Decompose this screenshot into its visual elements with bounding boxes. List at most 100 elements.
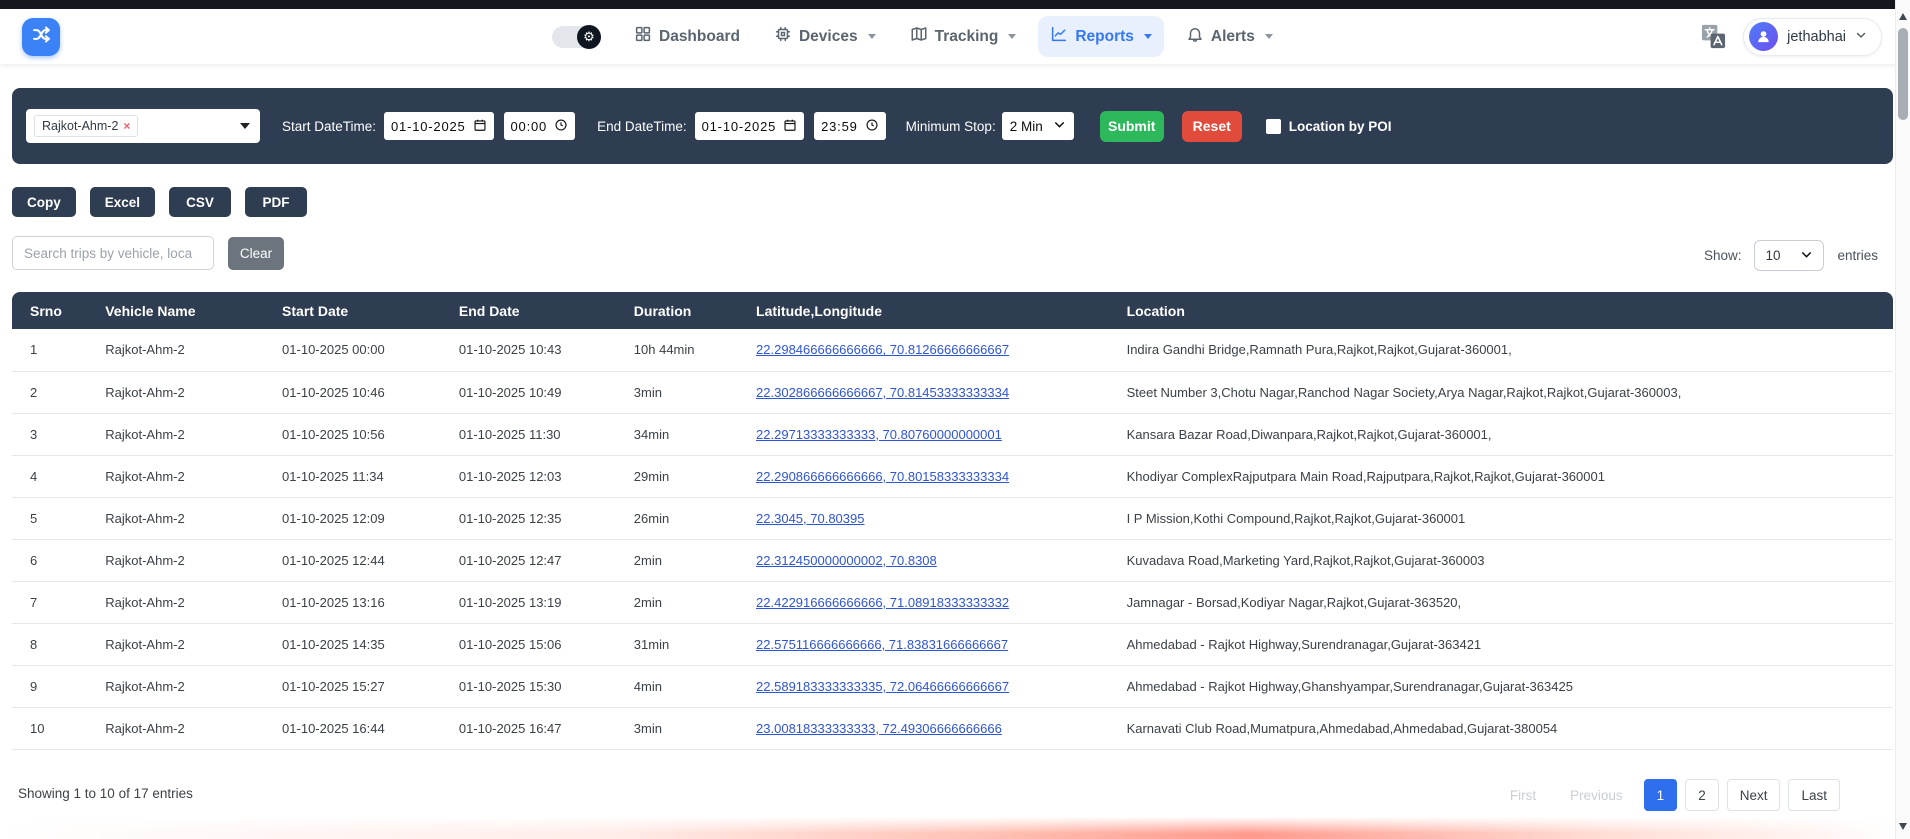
min-stop-label: Minimum Stop:: [906, 119, 996, 134]
cell-end-date: 01-10-2025 12:47: [441, 539, 616, 581]
bottom-gradient-strip: [0, 817, 1895, 839]
cell-srno: 3: [12, 413, 87, 455]
latlong-link[interactable]: 22.589183333333335, 72.06466666666667: [756, 679, 1009, 694]
cell-vehicle-name: Rajkot-Ahm-2: [87, 497, 264, 539]
search-input[interactable]: [12, 236, 214, 270]
cell-start-date: 01-10-2025 12:09: [264, 497, 441, 539]
calendar-icon: [473, 118, 487, 135]
col-header-srno[interactable]: Srno: [12, 292, 87, 329]
latlong-link[interactable]: 22.575116666666666, 71.83831666666667: [756, 637, 1008, 652]
scrollbar-thumb[interactable]: [1898, 28, 1908, 120]
page-next-button[interactable]: Next: [1727, 779, 1781, 811]
cell-end-date: 01-10-2025 12:03: [441, 455, 616, 497]
cell-latlong: 22.589183333333335, 72.06466666666667: [738, 665, 1109, 707]
cell-latlong: 22.298466666666666, 70.81266666666667: [738, 329, 1109, 371]
end-time-input[interactable]: 23:59: [814, 112, 886, 140]
nav-item-tracking[interactable]: Tracking: [898, 16, 1029, 57]
nav-item-dashboard[interactable]: Dashboard: [622, 16, 752, 57]
pdf-button[interactable]: PDF: [245, 187, 307, 217]
vehicle-select[interactable]: Rajkot-Ahm-2 ×: [26, 109, 260, 143]
translate-icon[interactable]: [1700, 23, 1727, 50]
chip-icon: [774, 25, 792, 48]
select-caret-icon: [1053, 118, 1066, 134]
cell-srno: 4: [12, 455, 87, 497]
calendar-icon: [783, 118, 797, 135]
cell-start-date: 01-10-2025 00:00: [264, 329, 441, 371]
scroll-down-arrow-icon[interactable]: [1899, 823, 1907, 830]
remove-tag-icon[interactable]: ×: [123, 119, 130, 133]
cell-srno: 6: [12, 539, 87, 581]
user-menu[interactable]: jethabhai: [1743, 18, 1882, 56]
cell-location: Karnavati Club Road,Mumatpura,Ahmedabad,…: [1109, 707, 1893, 749]
page-1-button[interactable]: 1: [1644, 779, 1678, 811]
excel-button[interactable]: Excel: [90, 187, 155, 217]
cell-latlong: 22.575116666666666, 71.83831666666667: [738, 623, 1109, 665]
min-stop-select[interactable]: 2 Min: [1002, 112, 1074, 140]
cell-end-date: 01-10-2025 10:43: [441, 329, 616, 371]
submit-button[interactable]: Submit: [1100, 111, 1164, 142]
table-row: 5Rajkot-Ahm-201-10-2025 12:0901-10-2025 …: [12, 497, 1893, 539]
page-last-button[interactable]: Last: [1788, 779, 1840, 811]
latlong-link[interactable]: 22.422916666666666, 71.08918333333332: [756, 595, 1009, 610]
select-caret-icon: [240, 123, 250, 129]
cell-vehicle-name: Rajkot-Ahm-2: [87, 329, 264, 371]
scroll-up-arrow-icon[interactable]: [1899, 13, 1907, 20]
csv-button[interactable]: CSV: [169, 187, 231, 217]
table-row: 3Rajkot-Ahm-201-10-2025 10:5601-10-2025 …: [12, 413, 1893, 455]
clock-icon: [865, 118, 879, 135]
cell-srno: 10: [12, 707, 87, 749]
col-header-duration[interactable]: Duration: [616, 292, 738, 329]
cell-duration: 10h 44min: [616, 329, 738, 371]
start-date-input[interactable]: 01-10-2025: [384, 112, 494, 140]
clock-icon: [554, 118, 568, 135]
nav-item-devices[interactable]: Devices: [762, 16, 888, 57]
end-time-value: 23:59: [821, 119, 858, 134]
theme-toggle[interactable]: ⚙: [552, 26, 600, 48]
page-2-button[interactable]: 2: [1685, 779, 1719, 811]
location-by-poi-checkbox[interactable]: [1266, 119, 1281, 134]
col-header-startdate[interactable]: Start Date: [264, 292, 441, 329]
cell-latlong: 22.312450000000002, 70.8308: [738, 539, 1109, 581]
latlong-link[interactable]: 22.302866666666667, 70.81453333333334: [756, 385, 1009, 400]
latlong-link[interactable]: 22.298466666666666, 70.81266666666667: [756, 342, 1009, 357]
col-header-enddate[interactable]: End Date: [441, 292, 616, 329]
brand-logo[interactable]: [22, 18, 60, 56]
page-previous-button[interactable]: Previous: [1557, 779, 1636, 811]
start-time-input[interactable]: 00:00: [504, 112, 576, 140]
col-header-location[interactable]: Location: [1109, 292, 1893, 329]
latlong-link[interactable]: 22.3045, 70.80395: [756, 511, 864, 526]
select-caret-icon: [1800, 248, 1813, 264]
table-row: 9Rajkot-Ahm-201-10-2025 15:2701-10-2025 …: [12, 665, 1893, 707]
page-first-button[interactable]: First: [1497, 779, 1549, 811]
nav-item-reports[interactable]: Reports: [1038, 16, 1164, 57]
cell-end-date: 01-10-2025 15:30: [441, 665, 616, 707]
cell-end-date: 01-10-2025 12:35: [441, 497, 616, 539]
trips-table: Srno Vehicle Name Start Date End Date Du…: [12, 292, 1893, 750]
cell-end-date: 01-10-2025 10:49: [441, 371, 616, 413]
cell-location: Indira Gandhi Bridge,Ramnath Pura,Rajkot…: [1109, 329, 1893, 371]
end-datetime-label: End DateTime:: [597, 119, 687, 134]
latlong-link[interactable]: 22.290866666666666, 70.80158333333334: [756, 469, 1009, 484]
nav-label: Dashboard: [659, 28, 740, 46]
cell-vehicle-name: Rajkot-Ahm-2: [87, 413, 264, 455]
table-row: 4Rajkot-Ahm-201-10-2025 11:3401-10-2025 …: [12, 455, 1893, 497]
bell-icon: [1186, 25, 1204, 48]
end-date-input[interactable]: 01-10-2025: [695, 112, 805, 140]
nav-item-alerts[interactable]: Alerts: [1174, 16, 1285, 57]
gear-icon: ⚙: [577, 25, 601, 49]
latlong-link[interactable]: 22.312450000000002, 70.8308: [756, 553, 937, 568]
window-top-strip: [0, 0, 1910, 9]
nav-label: Alerts: [1211, 28, 1255, 46]
latlong-link[interactable]: 22.29713333333333, 70.80760000000001: [756, 427, 1002, 442]
page-size-select[interactable]: 10: [1754, 240, 1824, 271]
clear-button[interactable]: Clear: [228, 237, 284, 270]
copy-button[interactable]: Copy: [12, 187, 76, 217]
reset-button[interactable]: Reset: [1182, 111, 1242, 142]
cell-vehicle-name: Rajkot-Ahm-2: [87, 455, 264, 497]
navbar-right: jethabhai: [1700, 9, 1882, 64]
latlong-link[interactable]: 23.00818333333333, 72.49306666666666: [756, 721, 1002, 736]
col-header-vehicle[interactable]: Vehicle Name: [87, 292, 264, 329]
vertical-scrollbar[interactable]: [1895, 0, 1910, 839]
col-header-latlong[interactable]: Latitude,Longitude: [738, 292, 1109, 329]
export-buttons: Copy Excel CSV PDF: [12, 187, 307, 217]
